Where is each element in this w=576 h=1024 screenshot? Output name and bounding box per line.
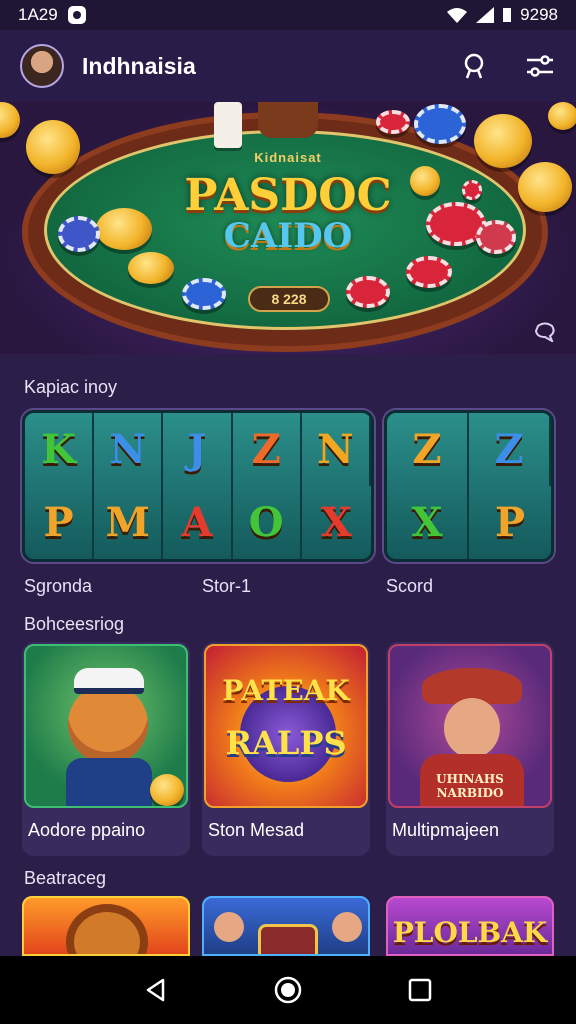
recents-icon[interactable] <box>398 968 442 1012</box>
game-card[interactable] <box>202 896 370 956</box>
game-name: Aodore ppaino <box>28 820 146 840</box>
poker-chip <box>376 110 410 134</box>
gold-coin <box>548 102 576 130</box>
app-title: Indhnaisia <box>82 52 196 79</box>
slot-symbol: J <box>163 413 233 486</box>
hero-banner[interactable]: Kidnaisat PASDOC CAIDO 8 228 <box>0 102 576 354</box>
slot-symbol: M <box>94 486 164 559</box>
dealer-tray <box>258 102 318 138</box>
back-icon[interactable] <box>134 968 178 1012</box>
character-icon <box>214 912 244 942</box>
gold-coin <box>26 120 80 174</box>
lion-icon <box>74 912 140 954</box>
game-name: Ston Mesad <box>208 820 305 840</box>
section-title: Bohceesriog <box>24 614 125 634</box>
slot-symbol: A <box>163 486 233 559</box>
game-art-subtitle: NARBIDO <box>436 786 504 800</box>
avatar[interactable] <box>20 44 64 88</box>
gold-coin <box>0 102 20 138</box>
hero-title: PASDOC <box>184 170 392 221</box>
status-bar: 1A29 9298 <box>0 0 576 30</box>
slot-label: Sgronda <box>24 576 93 596</box>
game-art-subtitle: RALPS <box>225 724 347 762</box>
cat-captain-icon <box>68 684 148 764</box>
game-name: Multipmajeen <box>392 820 500 840</box>
game-card[interactable]: PATEAK RALPS Ston Mesad <box>202 642 370 856</box>
section-title: Beatraceg <box>24 868 107 888</box>
home-icon[interactable] <box>266 968 310 1012</box>
slot-symbol: Z <box>469 413 551 486</box>
game-card[interactable]: UHINAHS NARBIDO Multipmajeen <box>386 642 554 856</box>
hero-subtitle: CAIDO <box>223 216 353 256</box>
status-indicators: 9298 <box>520 5 558 24</box>
slot-machine-icon <box>258 924 318 954</box>
slot-label: Stor-1 <box>202 576 252 596</box>
notification-icon <box>67 6 86 24</box>
slot-symbol: X <box>320 499 352 546</box>
game-card[interactable]: PLOLBAK <box>386 896 554 956</box>
slot-symbol: O <box>233 486 302 559</box>
game-art-title: UHINAHS <box>436 772 504 786</box>
game-art-title: PLOLBAK <box>392 916 548 949</box>
gold-coin <box>150 774 184 806</box>
gold-coin <box>128 252 174 284</box>
chat-bubble-icon[interactable] <box>534 322 556 342</box>
slot-label: Scord <box>386 576 434 596</box>
slot-symbol: P <box>494 499 526 546</box>
hero-kicker: Kidnaisat <box>254 150 322 165</box>
slot-symbol: N <box>94 413 164 486</box>
system-nav-bar <box>0 956 576 1024</box>
wifi-icon <box>447 8 468 23</box>
poker-chip <box>346 276 390 308</box>
captain-hat-icon <box>74 668 144 694</box>
hero-badge[interactable]: 8 228 <box>248 286 330 312</box>
poker-chip <box>414 104 466 144</box>
character-icon <box>332 912 362 942</box>
cowgirl-face-icon <box>444 698 500 758</box>
slot-symbol: N <box>302 413 371 486</box>
slot-symbol: Z <box>233 413 302 486</box>
slot-symbol: Z <box>387 413 469 486</box>
slot-symbol: P <box>25 486 95 559</box>
game-card[interactable]: Aodore ppaino <box>22 642 190 856</box>
poker-chip <box>182 278 226 310</box>
slot-machine[interactable]: K N J Z N P M A O X <box>22 410 374 562</box>
game-art: PATEAK RALPS <box>204 644 368 808</box>
search-icon[interactable] <box>458 50 490 82</box>
signal-icon <box>476 7 495 23</box>
game-art-title: PATEAK <box>222 674 350 707</box>
status-time: 1A29 <box>18 5 58 24</box>
app-header: Indhnaisia <box>0 30 576 102</box>
poker-chip <box>406 256 452 288</box>
section-title: Kapiac inoy <box>24 377 118 397</box>
slot-machine[interactable]: Z Z X P <box>384 410 554 562</box>
battery-icon <box>503 8 512 22</box>
slot-symbol: K <box>25 413 95 486</box>
game-card[interactable] <box>22 896 190 956</box>
game-art: UHINAHS NARBIDO <box>388 644 552 808</box>
slot-symbol: X <box>387 486 469 559</box>
game-art <box>24 644 188 808</box>
filter-icon[interactable] <box>524 50 556 82</box>
card-shoe-icon <box>214 102 242 148</box>
vest-icon <box>66 758 152 806</box>
